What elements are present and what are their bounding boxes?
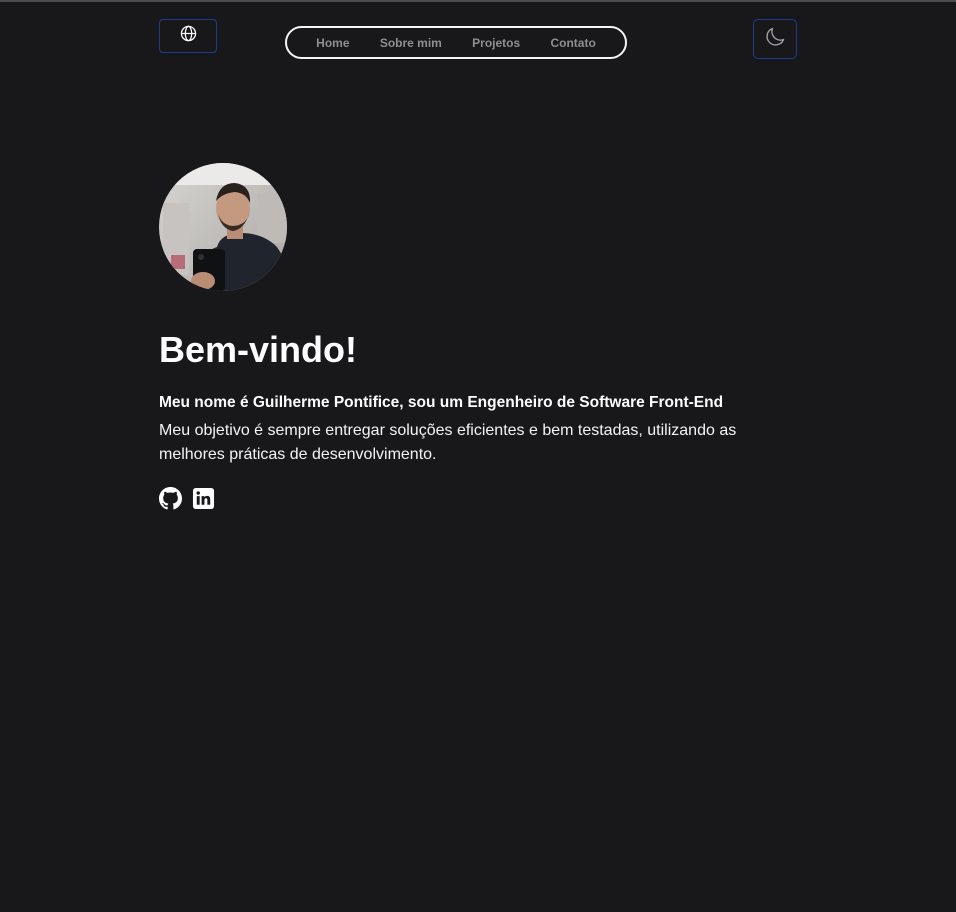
- intro-text: Meu nome é Guilherme Pontifice, sou um E…: [159, 394, 724, 411]
- page-title: Bem-vindo!: [159, 329, 357, 370]
- linkedin-link[interactable]: [192, 487, 215, 510]
- nav-link-contato[interactable]: Contato: [550, 36, 595, 50]
- avatar-photo: [159, 163, 287, 291]
- moon-icon: [763, 25, 787, 54]
- linkedin-icon: [192, 487, 215, 514]
- nav-link-projetos[interactable]: Projetos: [472, 36, 520, 50]
- theme-toggle-button[interactable]: [753, 19, 797, 59]
- nav-link-sobre-mim[interactable]: Sobre mim: [380, 36, 442, 50]
- social-links: [159, 487, 215, 510]
- objective-text: Meu objetivo é sempre entregar soluções …: [159, 422, 737, 463]
- main-nav: Home Sobre mim Projetos Contato: [285, 26, 627, 59]
- github-link[interactable]: [159, 487, 182, 510]
- globe-icon: [180, 25, 197, 47]
- window-top-border: [0, 0, 956, 2]
- avatar: [159, 163, 287, 291]
- github-icon: [159, 487, 182, 514]
- language-button[interactable]: [159, 19, 217, 53]
- nav-link-home[interactable]: Home: [316, 36, 349, 50]
